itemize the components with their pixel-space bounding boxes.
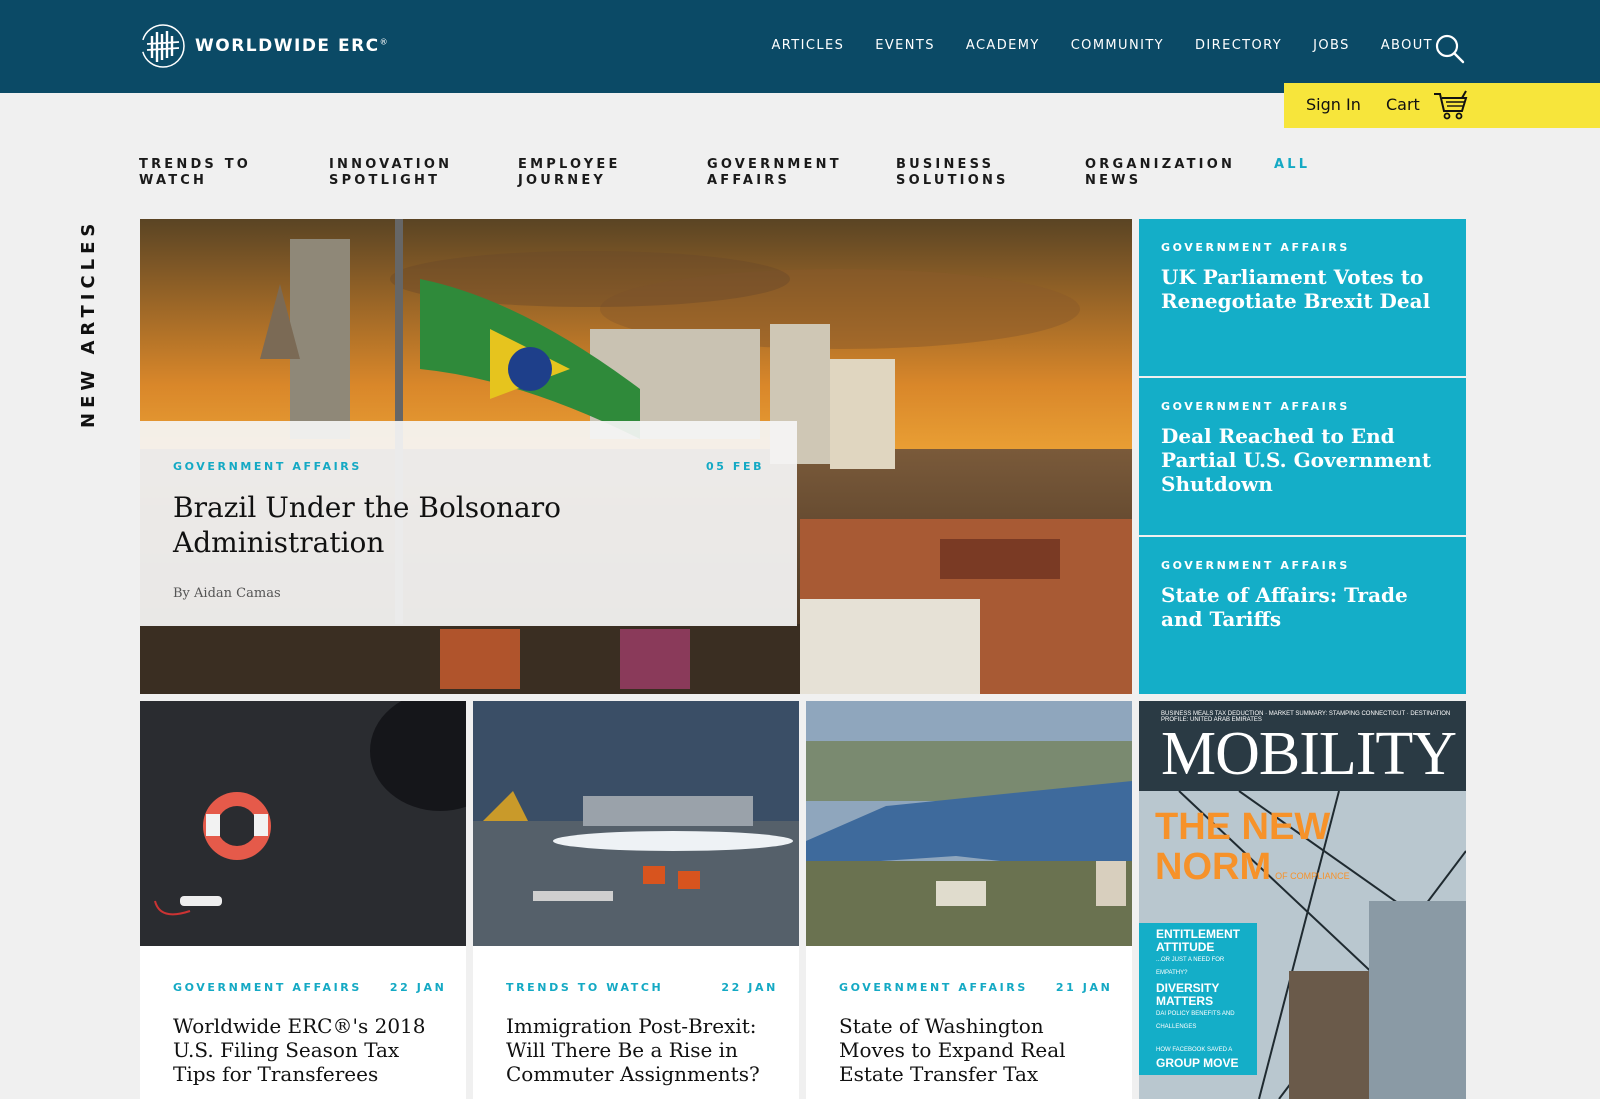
magazine-teaser: DIVERSITY MATTERS DAI POLICY BENEFITS AND… — [1139, 977, 1257, 1039]
side-article-category: GOVERNMENT AFFAIRS — [1161, 559, 1350, 572]
category-business-solutions[interactable]: BUSINESS SOLUTIONS — [896, 157, 1009, 189]
category-government-affairs[interactable]: GOVERNMENT AFFAIRS — [707, 157, 842, 189]
side-article-title[interactable]: State of Affairs: Trade and Tariffs — [1161, 583, 1451, 631]
magazine-headline: THE NEW NORM OF COMPLIANCE — [1155, 806, 1350, 888]
search-icon[interactable] — [1434, 33, 1466, 65]
side-articles: GOVERNMENT AFFAIRS UK Parliament Votes t… — [1139, 219, 1466, 694]
feature-byline: By Aidan Camas — [173, 586, 281, 601]
article-title[interactable]: Immigration Post-Brexit: Will There Be a… — [506, 1014, 776, 1086]
logo-mark-icon — [141, 24, 185, 68]
nav-about[interactable]: ABOUT — [1381, 38, 1433, 53]
feature-card: GOVERNMENT AFFAIRS 05 FEB Brazil Under t… — [140, 421, 797, 626]
side-article-card[interactable]: GOVERNMENT AFFAIRS State of Affairs: Tra… — [1139, 537, 1466, 694]
category-all[interactable]: ALL — [1274, 157, 1310, 173]
category-organization-news[interactable]: ORGANIZATION NEWS — [1085, 157, 1235, 189]
nav-articles[interactable]: ARTICLES — [771, 38, 844, 53]
nav-events[interactable]: EVENTS — [875, 38, 935, 53]
category-trends-to-watch[interactable]: TRENDS TO WATCH — [139, 157, 251, 189]
article-meta: GOVERNMENT AFFAIRS 21 JAN — [839, 981, 1112, 994]
nav-academy[interactable]: ACADEMY — [966, 38, 1040, 53]
nav-jobs[interactable]: JOBS — [1313, 38, 1350, 53]
feature-title[interactable]: Brazil Under the Bolsonaro Administratio… — [173, 490, 733, 560]
cart-link[interactable]: Cart — [1386, 95, 1420, 114]
feature-date: 05 FEB — [706, 460, 765, 473]
article-date: 21 JAN — [1055, 981, 1113, 994]
article-title[interactable]: State of Washington Moves to Expand Real… — [839, 1014, 1109, 1086]
section-label: NEW ARTICLES — [78, 218, 99, 428]
sign-in-link[interactable]: Sign In — [1306, 95, 1361, 114]
article-meta: GOVERNMENT AFFAIRS 22 JAN — [173, 981, 446, 994]
nav-directory[interactable]: DIRECTORY — [1195, 38, 1282, 53]
article-category[interactable]: GOVERNMENT AFFAIRS — [839, 981, 1028, 994]
article-tile[interactable]: GOVERNMENT AFFAIRS 22 JAN Worldwide ERC®… — [140, 701, 466, 1099]
article-image — [473, 701, 799, 946]
feature-article[interactable]: GOVERNMENT AFFAIRS 05 FEB Brazil Under t… — [140, 219, 1132, 694]
site-logo[interactable]: WORLDWIDE ERC® — [139, 22, 389, 70]
magazine-teaser: ENTITLEMENT ATTITUDE ...OR JUST A NEED FO… — [1139, 923, 1257, 985]
side-article-category: GOVERNMENT AFFAIRS — [1161, 241, 1350, 254]
category-employee-journey[interactable]: EMPLOYEE JOURNEY — [518, 157, 621, 189]
cart-icon[interactable] — [1432, 89, 1468, 121]
category-innovation-spotlight[interactable]: INNOVATION SPOTLIGHT — [329, 157, 452, 189]
magazine-teaser: HOW FACEBOOK SAVED A GROUP MOVE — [1139, 1039, 1257, 1075]
main-nav: ARTICLES EVENTS ACADEMY COMMUNITY DIRECT… — [740, 38, 1433, 53]
article-category[interactable]: GOVERNMENT AFFAIRS — [173, 981, 362, 994]
side-article-card[interactable]: GOVERNMENT AFFAIRS Deal Reached to End P… — [1139, 378, 1466, 535]
side-article-category: GOVERNMENT AFFAIRS — [1161, 400, 1350, 413]
article-image — [806, 701, 1132, 946]
article-title[interactable]: Worldwide ERC®'s 2018 U.S. Filing Season… — [173, 1014, 443, 1086]
article-meta: TRENDS TO WATCH 22 JAN — [506, 981, 778, 994]
article-tile[interactable]: TRENDS TO WATCH 22 JAN Immigration Post-… — [473, 701, 799, 1099]
side-article-card[interactable]: GOVERNMENT AFFAIRS UK Parliament Votes t… — [1139, 219, 1466, 376]
side-article-title[interactable]: UK Parliament Votes to Renegotiate Brexi… — [1161, 265, 1451, 313]
article-date: 22 JAN — [721, 981, 778, 994]
side-article-title[interactable]: Deal Reached to End Partial U.S. Governm… — [1161, 424, 1451, 496]
feature-category[interactable]: GOVERNMENT AFFAIRS — [173, 460, 362, 473]
nav-community[interactable]: COMMUNITY — [1071, 38, 1164, 53]
account-bar: Sign In Cart — [1284, 83, 1600, 128]
logo-text: WORLDWIDE ERC® — [195, 36, 390, 56]
feature-author[interactable]: Aidan Camas — [194, 586, 281, 601]
article-date: 22 JAN — [389, 981, 447, 994]
magazine-cover[interactable]: BUSINESS MEALS TAX DEDUCTION · MARKET SU… — [1139, 701, 1466, 1099]
article-tile[interactable]: GOVERNMENT AFFAIRS 21 JAN State of Washi… — [806, 701, 1132, 1099]
article-category[interactable]: TRENDS TO WATCH — [506, 981, 663, 994]
magazine-title: MOBILITY — [1161, 720, 1457, 788]
article-image — [140, 701, 466, 946]
category-nav: TRENDS TO WATCH INNOVATION SPOTLIGHT EMPLO… — [139, 157, 1339, 197]
site-header: WORLDWIDE ERC® ARTICLES EVENTS ACADEMY C… — [0, 0, 1600, 93]
